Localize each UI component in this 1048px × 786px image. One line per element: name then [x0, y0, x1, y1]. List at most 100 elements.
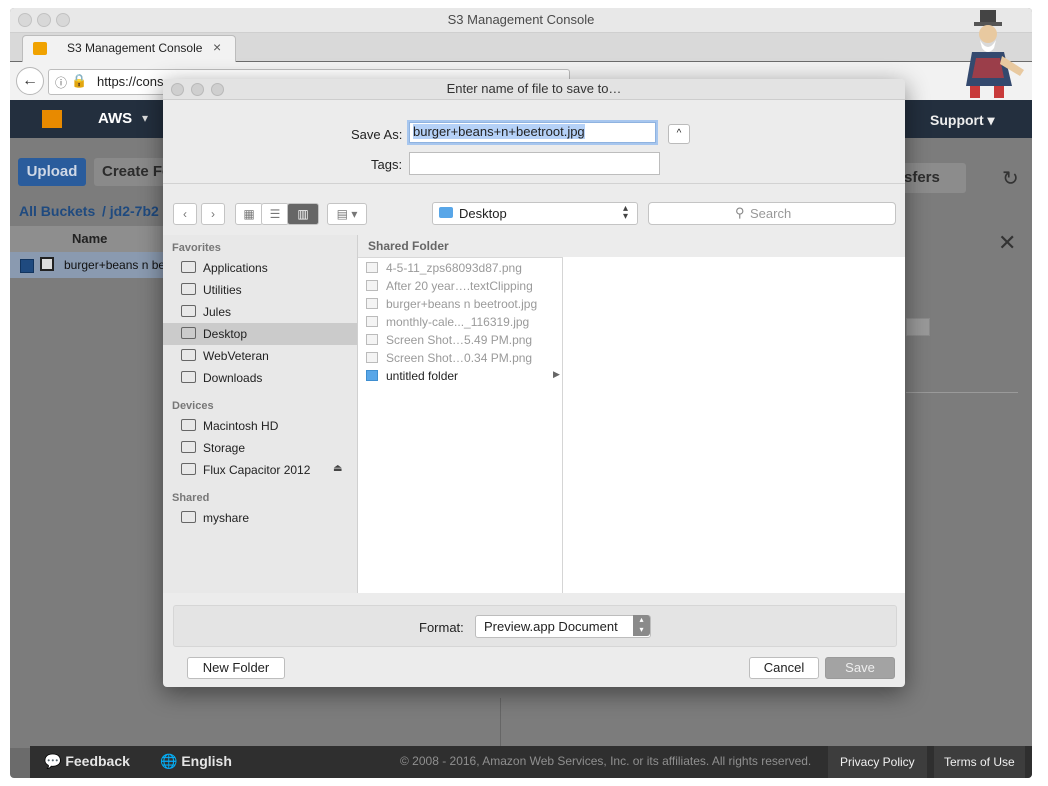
- format-value: Preview.app Document: [484, 619, 618, 634]
- table-row[interactable]: burger+beans n be: [10, 252, 166, 278]
- save-as-label: Save As:: [351, 127, 403, 142]
- expand-dialog-button[interactable]: ^: [668, 124, 690, 144]
- eject-icon[interactable]: ⏏: [333, 463, 342, 474]
- format-panel: Format: Preview.app Document ▴ ▾: [173, 605, 897, 647]
- aws-menu[interactable]: AWS: [98, 110, 132, 127]
- list-item[interactable]: 4-5-11_zps68093d87.png: [358, 259, 562, 277]
- back-nav-button[interactable]: ‹: [173, 203, 197, 225]
- sidebar-item-webveteran[interactable]: WebVeteran: [163, 345, 357, 367]
- chevron-updown-icon: ▴ ▾: [623, 203, 629, 222]
- list-item[interactable]: After 20 year….textClipping: [358, 277, 562, 295]
- row-checkbox[interactable]: [20, 259, 34, 273]
- search-placeholder: Search: [750, 206, 792, 221]
- sidebar-item-label: Desktop: [203, 327, 248, 341]
- sidebar-item-label: myshare: [203, 511, 250, 525]
- sidebar-item-flux-capacitor[interactable]: Flux Capacitor 2012 ⏏: [163, 459, 357, 481]
- tags-label: Tags:: [371, 157, 403, 172]
- file-name: Screen Shot…5.49 PM.png: [386, 333, 533, 347]
- sidebar-item-storage[interactable]: Storage: [163, 437, 357, 459]
- file-name: monthly-cale..._116319.jpg: [386, 315, 530, 329]
- image-file-icon: [366, 262, 378, 273]
- progress-bar: [906, 318, 930, 336]
- file-column: Shared Folder 4-5-11_zps68093d87.png Aft…: [358, 235, 905, 593]
- terms-of-use-link[interactable]: Terms of Use: [934, 746, 1025, 778]
- chevron-updown-icon: ▴ ▾: [633, 615, 650, 636]
- sidebar-item-utilities[interactable]: Utilities: [163, 279, 357, 301]
- monitor-icon: [181, 511, 196, 523]
- file-name: Screen Shot…0.34 PM.png: [386, 351, 533, 365]
- image-file-icon: [40, 257, 54, 271]
- list-view-button[interactable]: ☰: [261, 203, 289, 225]
- file-name: burger+beans n be: [64, 258, 166, 272]
- hard-drive-icon: [181, 419, 196, 431]
- dialog-title: Enter name of file to save to…: [446, 81, 622, 96]
- format-select[interactable]: Preview.app Document ▴ ▾: [475, 615, 651, 638]
- sidebar-item-jules[interactable]: Jules: [163, 301, 357, 323]
- file-name: burger+beans n beetroot.jpg: [386, 297, 538, 311]
- aws-cube-icon[interactable]: [42, 110, 62, 128]
- sidebar-item-label: Downloads: [203, 371, 263, 385]
- applications-icon: [181, 261, 196, 273]
- folder-item[interactable]: untitled folder ▶: [358, 367, 562, 385]
- location-popup[interactable]: Desktop ▴ ▾: [432, 202, 638, 225]
- uncle-sam-icon: [966, 10, 1024, 98]
- footer: 💬 Feedback 🌐 English © 2008 - 2016, Amaz…: [30, 746, 1032, 778]
- all-buckets-link[interactable]: All Buckets: [19, 203, 95, 219]
- url-text: https://cons: [97, 74, 164, 89]
- refresh-icon[interactable]: ↻: [1002, 166, 1019, 191]
- save-button[interactable]: Save: [825, 657, 895, 679]
- list-item[interactable]: burger+beans n beetroot.jpg: [358, 295, 562, 313]
- group-view-button[interactable]: ▤ ▾: [327, 203, 367, 225]
- feedback-link[interactable]: 💬 Feedback: [44, 753, 130, 770]
- name-column-label: Name: [72, 231, 108, 246]
- image-file-icon: [366, 352, 378, 363]
- bucket-breadcrumb[interactable]: / jd2-7b2: [102, 203, 159, 219]
- format-label: Format:: [419, 620, 464, 635]
- forward-nav-button[interactable]: ›: [201, 203, 225, 225]
- tab-close-icon[interactable]: ×: [213, 39, 221, 55]
- folder-icon: [181, 371, 196, 383]
- save-as-field[interactable]: burger+beans+n+beetroot.jpg: [409, 122, 656, 143]
- tab-bar: S3 Management Console ×: [10, 33, 1032, 62]
- list-item[interactable]: Screen Shot…5.49 PM.png: [358, 331, 562, 349]
- dialog-titlebar: Enter name of file to save to…: [163, 79, 905, 100]
- divider: [500, 698, 501, 748]
- list-item[interactable]: Screen Shot…0.34 PM.png: [358, 349, 562, 367]
- sidebar-item-downloads[interactable]: Downloads: [163, 367, 357, 389]
- list-item[interactable]: monthly-cale..._116319.jpg: [358, 313, 562, 331]
- info-icon[interactable]: ⓘ: [55, 74, 67, 91]
- folder-icon: [439, 207, 453, 218]
- sidebar: Favorites Applications Utilities Jules D…: [163, 235, 358, 593]
- support-menu[interactable]: Support ▾: [930, 112, 995, 129]
- privacy-policy-link[interactable]: Privacy Policy: [828, 746, 927, 778]
- favorites-section-label: Favorites: [172, 242, 221, 254]
- tab-s3-console[interactable]: S3 Management Console ×: [22, 35, 236, 62]
- sidebar-item-myshare[interactable]: myshare: [163, 507, 357, 529]
- tags-field[interactable]: [409, 152, 660, 175]
- cancel-button[interactable]: Cancel: [749, 657, 819, 679]
- empty-column: [563, 257, 905, 593]
- feedback-label: Feedback: [65, 753, 130, 769]
- image-file-icon: [366, 316, 378, 327]
- search-icon: ⚲: [735, 205, 745, 220]
- image-file-icon: [366, 334, 378, 345]
- name-column-header[interactable]: Name: [10, 226, 164, 252]
- sidebar-item-label: Storage: [203, 441, 246, 455]
- upload-button[interactable]: Upload: [18, 158, 86, 186]
- chevron-right-icon: ▶: [553, 369, 560, 379]
- lock-icon: 🔒: [71, 73, 88, 88]
- new-folder-button[interactable]: New Folder: [187, 657, 285, 679]
- hard-drive-icon: [181, 463, 196, 475]
- folder-icon: [366, 370, 378, 381]
- column-header-title: Shared Folder: [368, 239, 449, 253]
- sidebar-item-applications[interactable]: Applications: [163, 257, 357, 279]
- search-input[interactable]: ⚲ Search: [648, 202, 896, 225]
- column-view-button[interactable]: ▥: [287, 203, 319, 225]
- back-button[interactable]: ←: [16, 67, 44, 95]
- language-link[interactable]: 🌐 English: [160, 753, 232, 770]
- icon-view-button[interactable]: ▦: [235, 203, 263, 225]
- copyright-text: © 2008 - 2016, Amazon Web Services, Inc.…: [400, 754, 812, 768]
- sidebar-item-desktop[interactable]: Desktop: [163, 323, 357, 345]
- sidebar-item-macintosh-hd[interactable]: Macintosh HD: [163, 415, 357, 437]
- close-icon[interactable]: ✕: [998, 230, 1016, 256]
